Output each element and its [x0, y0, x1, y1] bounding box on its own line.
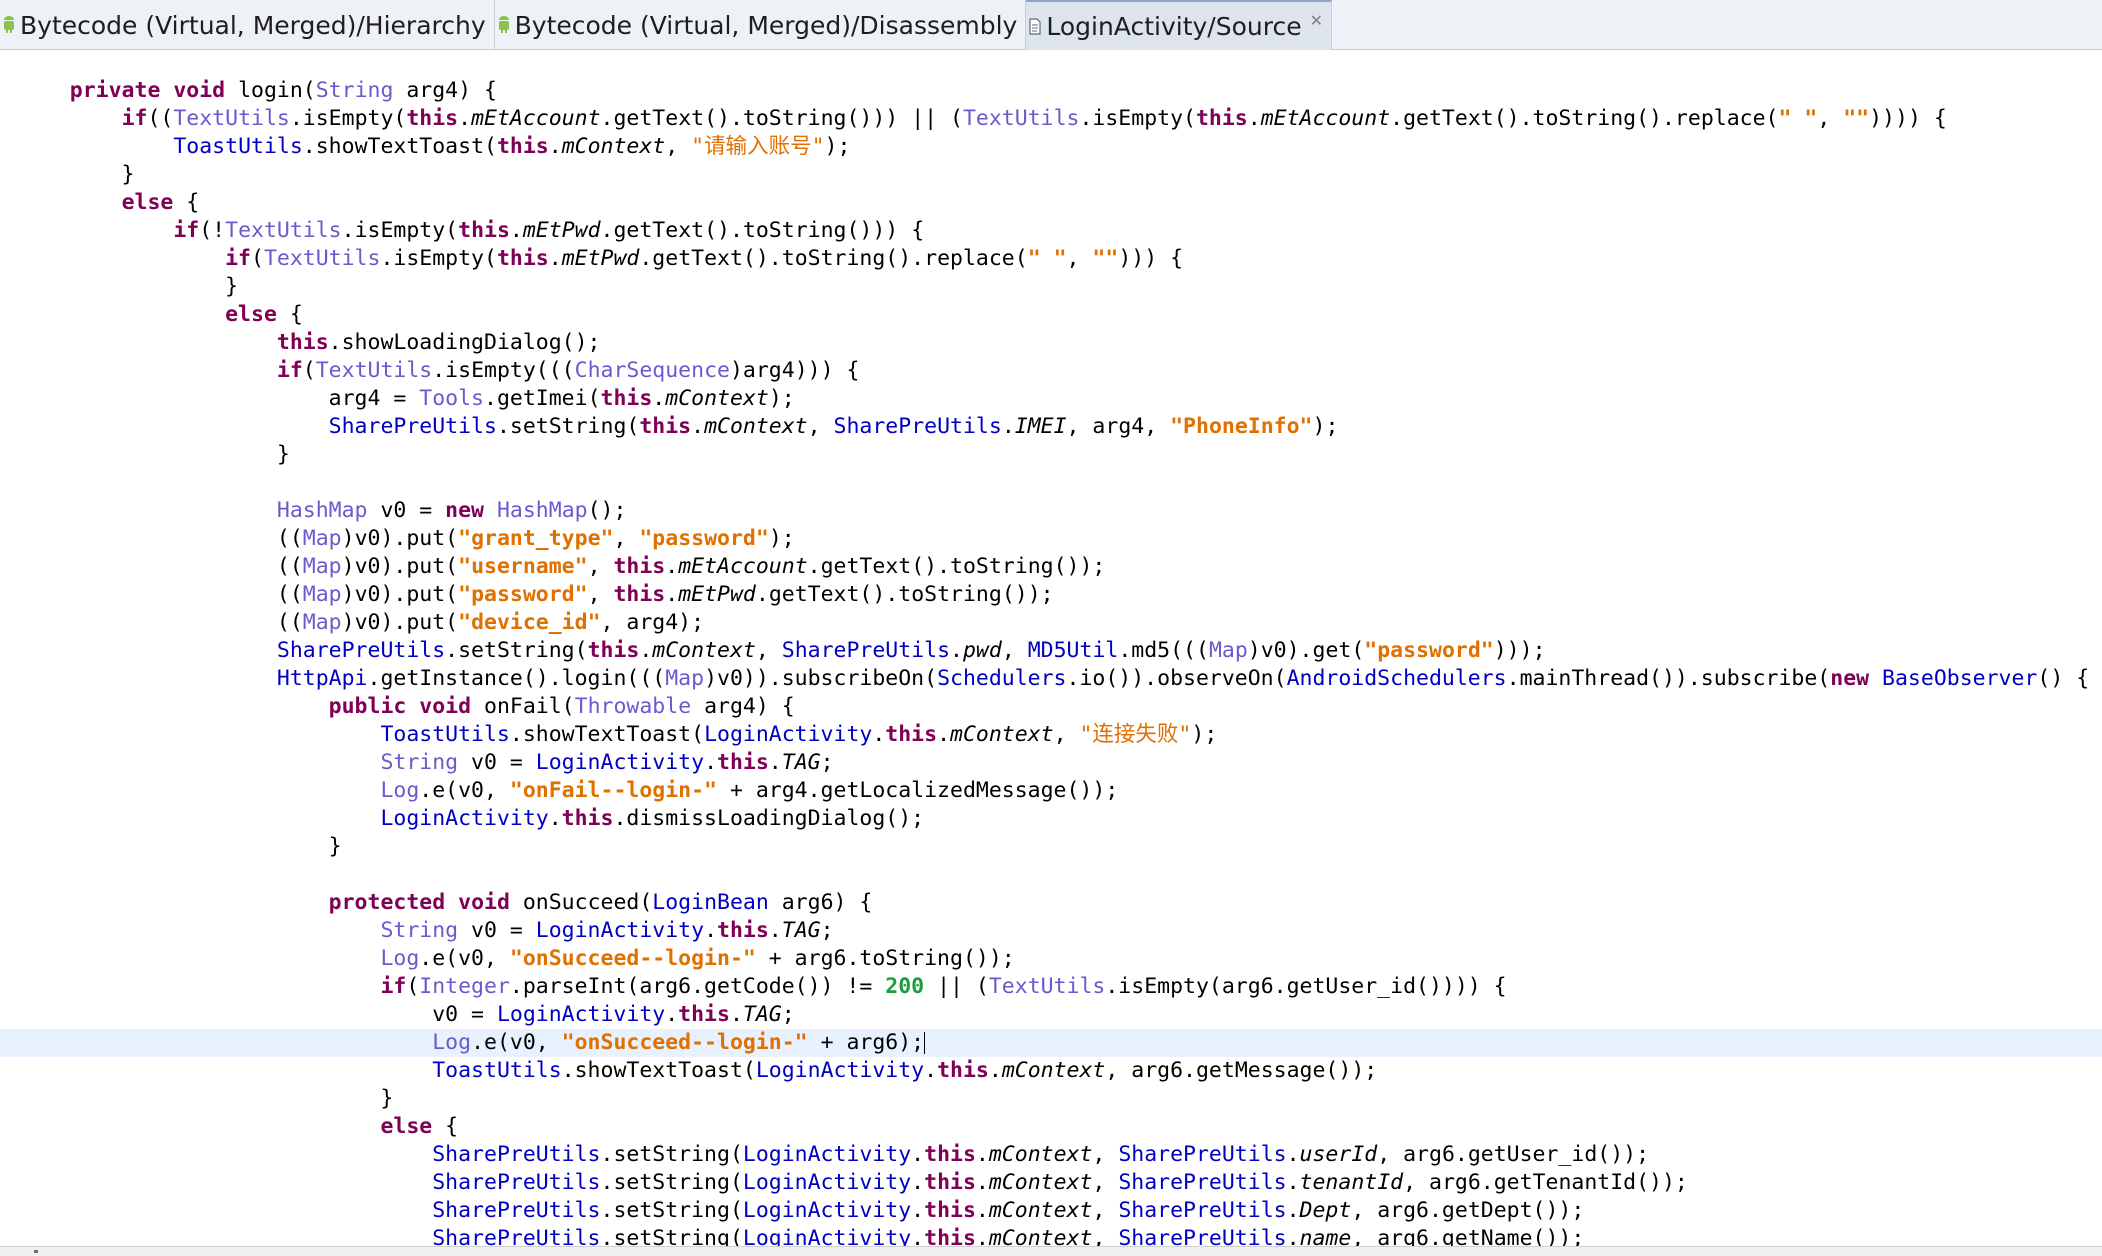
code-line[interactable]: SharePreUtils.setString(LoginActivity.th…: [0, 1169, 2102, 1197]
code-area[interactable]: private void login(String arg4) { if((Te…: [0, 77, 2102, 1246]
code-line[interactable]: HttpApi.getInstance().login(((Map)v0)).s…: [0, 665, 2102, 693]
code-line[interactable]: String v0 = LoginActivity.this.TAG;: [0, 749, 2102, 777]
code-line[interactable]: ToastUtils.showTextToast(this.mContext, …: [0, 133, 2102, 161]
code-line[interactable]: }: [0, 273, 2102, 301]
code-line[interactable]: ToastUtils.showTextToast(LoginActivity.t…: [0, 1057, 2102, 1085]
code-line[interactable]: [0, 861, 2102, 889]
code-line[interactable]: ((Map)v0).put("password", this.mEtPwd.ge…: [0, 581, 2102, 609]
code-line[interactable]: Log.e(v0, "onSucceed--login-" + arg6);: [0, 1029, 2102, 1057]
code-line[interactable]: else {: [0, 1113, 2102, 1141]
code-line[interactable]: protected void onSucceed(LoginBean arg6)…: [0, 889, 2102, 917]
tab-label: LoginActivity/Source: [1046, 11, 1302, 41]
code-line[interactable]: if(Integer.parseInt(arg6.getCode()) != 2…: [0, 973, 2102, 1001]
code-line[interactable]: ((Map)v0).put("username", this.mEtAccoun…: [0, 553, 2102, 581]
code-line[interactable]: LoginActivity.this.dismissLoadingDialog(…: [0, 805, 2102, 833]
code-line[interactable]: if((TextUtils.isEmpty(this.mEtAccount.ge…: [0, 105, 2102, 133]
code-line[interactable]: this.showLoadingDialog();: [0, 329, 2102, 357]
android-icon: [4, 16, 14, 33]
code-line[interactable]: [0, 469, 2102, 497]
code-line[interactable]: ToastUtils.showTextToast(LoginActivity.t…: [0, 721, 2102, 749]
code-line[interactable]: SharePreUtils.setString(LoginActivity.th…: [0, 1197, 2102, 1225]
tab-source[interactable]: LoginActivity/Source ✕: [1026, 0, 1332, 50]
tab-label: Bytecode (Virtual, Merged)/Disassembly: [514, 10, 1018, 40]
code-line[interactable]: else {: [0, 301, 2102, 329]
code-line[interactable]: v0 = LoginActivity.this.TAG;: [0, 1001, 2102, 1029]
tab-disassembly[interactable]: Bytecode (Virtual, Merged)/Disassembly: [495, 0, 1027, 50]
code-line[interactable]: public void onFail(Throwable arg4) {: [0, 693, 2102, 721]
code-line[interactable]: arg4 = Tools.getImei(this.mContext);: [0, 385, 2102, 413]
code-editor[interactable]: private void login(String arg4) { if((Te…: [0, 50, 2102, 1246]
code-line[interactable]: HashMap v0 = new HashMap();: [0, 497, 2102, 525]
tab-label: Bytecode (Virtual, Merged)/Hierarchy: [20, 10, 486, 40]
close-icon[interactable]: ✕: [1310, 11, 1323, 30]
code-line[interactable]: SharePreUtils.setString(this.mContext, S…: [0, 637, 2102, 665]
android-icon: [498, 16, 509, 33]
code-line[interactable]: SharePreUtils.setString(LoginActivity.th…: [0, 1141, 2102, 1169]
editor-tab-bar: Bytecode (Virtual, Merged)/Hierarchy Byt…: [0, 0, 2102, 50]
code-line[interactable]: }: [0, 441, 2102, 469]
code-line[interactable]: Log.e(v0, "onSucceed--login-" + arg6.toS…: [0, 945, 2102, 973]
horizontal-scrollbar[interactable]: [0, 1246, 2102, 1256]
code-line[interactable]: if(TextUtils.isEmpty(((CharSequence)arg4…: [0, 357, 2102, 385]
code-line[interactable]: ((Map)v0).put("grant_type", "password");: [0, 525, 2102, 553]
code-line[interactable]: ((Map)v0).put("device_id", arg4);: [0, 609, 2102, 637]
code-line[interactable]: Log.e(v0, "onFail--login-" + arg4.getLoc…: [0, 777, 2102, 805]
text-caret: [924, 1032, 926, 1054]
code-line[interactable]: SharePreUtils.setString(this.mContext, S…: [0, 413, 2102, 441]
code-line[interactable]: private void login(String arg4) {: [0, 77, 2102, 105]
code-line[interactable]: if(TextUtils.isEmpty(this.mEtPwd.getText…: [0, 245, 2102, 273]
code-line[interactable]: if(!TextUtils.isEmpty(this.mEtPwd.getTex…: [0, 217, 2102, 245]
code-line[interactable]: }: [0, 833, 2102, 861]
source-file-icon: [1029, 18, 1041, 35]
code-line[interactable]: SharePreUtils.setString(LoginActivity.th…: [0, 1225, 2102, 1246]
code-line[interactable]: else {: [0, 189, 2102, 217]
scrollbar-thumb[interactable]: [34, 1250, 38, 1253]
tab-hierarchy[interactable]: Bytecode (Virtual, Merged)/Hierarchy: [0, 0, 495, 50]
code-line[interactable]: }: [0, 1085, 2102, 1113]
code-line[interactable]: String v0 = LoginActivity.this.TAG;: [0, 917, 2102, 945]
code-line[interactable]: }: [0, 161, 2102, 189]
